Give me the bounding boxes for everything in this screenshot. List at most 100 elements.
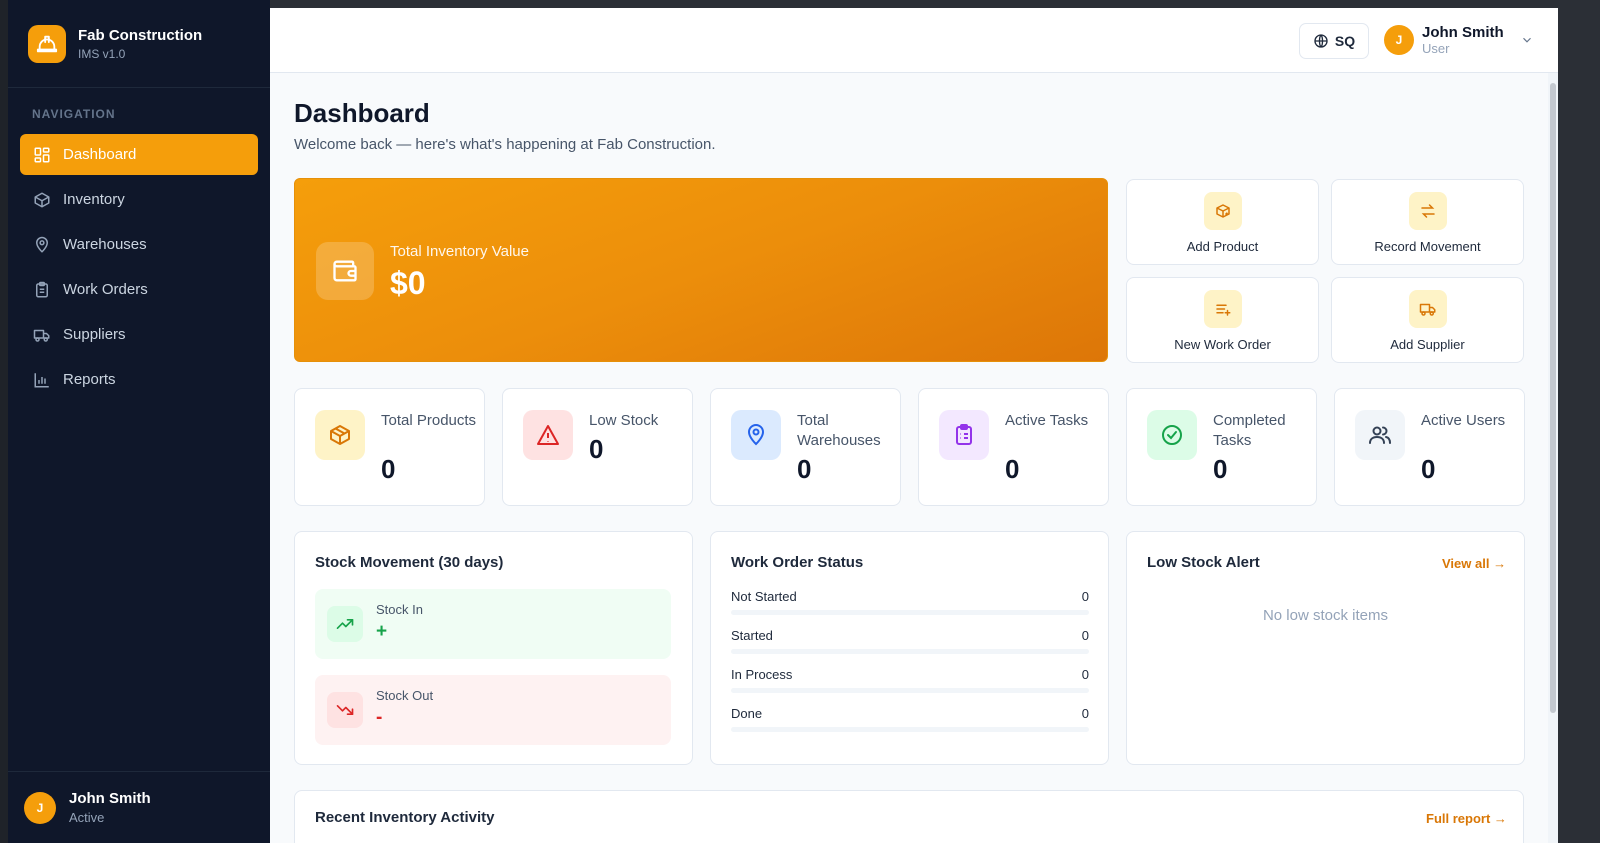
truck-icon bbox=[1408, 290, 1447, 328]
sidebar: Fab Construction IMS v1.0 NAVIGATION Das… bbox=[8, 0, 270, 843]
new-work-order-button[interactable]: New Work Order bbox=[1126, 277, 1319, 363]
page-title: Dashboard bbox=[294, 98, 430, 128]
brand-name: Fab Construction bbox=[78, 26, 203, 44]
stat-value: 0 bbox=[1213, 454, 1228, 484]
sidebar-item-work-orders[interactable]: Work Orders bbox=[20, 269, 258, 310]
status-count: 0 bbox=[1081, 589, 1089, 604]
user-menu[interactable]: J John Smith User bbox=[1384, 24, 1534, 56]
panel-title: Low Stock Alert bbox=[1147, 554, 1260, 571]
truck-icon bbox=[33, 326, 51, 344]
bar-chart-icon bbox=[33, 371, 51, 389]
status-progress-bar bbox=[731, 727, 1089, 732]
status-row-started: Started 0 bbox=[731, 628, 1089, 654]
quick-action-label: Record Movement bbox=[1374, 239, 1481, 254]
stat-active-users[interactable]: Active Users 0 bbox=[1334, 388, 1525, 506]
sidebar-item-dashboard[interactable]: Dashboard bbox=[20, 134, 258, 175]
empty-state-text: No low stock items bbox=[1262, 607, 1389, 624]
low-stock-alert-panel: Low Stock Alert View all → No low stock … bbox=[1126, 531, 1525, 765]
sidebar-item-reports[interactable]: Reports bbox=[20, 359, 258, 400]
status-label: Done bbox=[731, 706, 763, 721]
sidebar-item-label: Warehouses bbox=[63, 236, 147, 253]
avatar: J bbox=[24, 791, 56, 824]
topbar: SQ J John Smith User bbox=[270, 8, 1558, 73]
sidebar-user-name: John Smith bbox=[69, 790, 151, 807]
full-report-link[interactable]: Full report → bbox=[1426, 811, 1507, 826]
stat-label: Active Users bbox=[1421, 412, 1506, 429]
sidebar-item-label: Suppliers bbox=[63, 326, 126, 343]
add-product-button[interactable]: Add Product bbox=[1126, 179, 1319, 265]
language-code: SQ bbox=[1334, 33, 1356, 49]
status-label: In Process bbox=[731, 667, 793, 682]
stat-total-products[interactable]: Total Products 0 bbox=[294, 388, 485, 506]
warning-icon bbox=[523, 410, 573, 460]
sidebar-item-label: Dashboard bbox=[63, 146, 137, 163]
page-subtitle: Welcome back — here's what's happening a… bbox=[294, 136, 716, 153]
arrows-exchange-icon bbox=[1408, 192, 1447, 230]
status-progress-bar bbox=[731, 610, 1089, 615]
status-progress-bar bbox=[731, 688, 1089, 693]
check-circle-icon bbox=[1147, 410, 1197, 460]
stock-out-label: Stock Out bbox=[376, 688, 434, 703]
record-movement-button[interactable]: Record Movement bbox=[1331, 179, 1524, 265]
brand[interactable]: Fab Construction IMS v1.0 bbox=[8, 0, 270, 88]
trending-down-icon bbox=[327, 692, 363, 728]
hard-hat-icon bbox=[28, 24, 66, 63]
stock-in-label: Stock In bbox=[376, 602, 423, 617]
sidebar-item-suppliers[interactable]: Suppliers bbox=[20, 314, 258, 355]
stat-value: 0 bbox=[1421, 454, 1436, 484]
sidebar-item-warehouses[interactable]: Warehouses bbox=[20, 224, 258, 265]
avatar: J bbox=[1384, 25, 1414, 55]
panel-title: Work Order Status bbox=[731, 554, 864, 571]
sidebar-user[interactable]: J John Smith Active bbox=[8, 771, 270, 843]
quick-action-label: Add Product bbox=[1186, 239, 1259, 254]
box-icon bbox=[315, 410, 365, 460]
sidebar-item-label: Work Orders bbox=[63, 281, 148, 298]
quick-action-label: Add Supplier bbox=[1390, 337, 1465, 352]
add-supplier-button[interactable]: Add Supplier bbox=[1331, 277, 1524, 363]
status-count: 0 bbox=[1081, 628, 1089, 643]
stat-value: 0 bbox=[381, 454, 396, 484]
stat-total-warehouses[interactable]: Total Warehouses 0 bbox=[710, 388, 901, 506]
stock-in-value: + bbox=[376, 621, 388, 642]
status-label: Started bbox=[731, 628, 773, 643]
inventory-value-card: Total Inventory Value $0 bbox=[294, 178, 1108, 362]
view-all-link[interactable]: View all → bbox=[1442, 556, 1506, 571]
recent-activity-panel: Recent Inventory Activity Full report → bbox=[294, 790, 1524, 843]
clipboard-list-icon bbox=[939, 410, 989, 460]
stock-in-card: Stock In + bbox=[315, 589, 671, 659]
users-icon bbox=[1355, 410, 1405, 460]
status-row-not-started: Not Started 0 bbox=[731, 589, 1089, 615]
stat-active-tasks[interactable]: Active Tasks 0 bbox=[918, 388, 1109, 506]
list-plus-icon bbox=[1203, 290, 1242, 328]
map-pin-icon bbox=[731, 410, 781, 460]
nav-heading: NAVIGATION bbox=[32, 107, 116, 121]
sidebar-nav: Dashboard Inventory Warehouses Work Orde… bbox=[8, 134, 270, 400]
panel-title: Stock Movement (30 days) bbox=[315, 554, 504, 571]
status-row-done: Done 0 bbox=[731, 706, 1089, 732]
stat-label: Completed Tasks bbox=[1213, 412, 1286, 449]
user-name: John Smith bbox=[1422, 24, 1504, 41]
stat-value: 0 bbox=[1005, 454, 1020, 484]
stat-value: 0 bbox=[797, 454, 812, 484]
stock-out-value: - bbox=[376, 707, 383, 728]
stat-completed-tasks[interactable]: Completed Tasks 0 bbox=[1126, 388, 1317, 506]
sidebar-item-label: Inventory bbox=[63, 191, 125, 208]
scrollbar-thumb[interactable] bbox=[1550, 83, 1556, 713]
stat-low-stock[interactable]: Low Stock 0 bbox=[502, 388, 693, 506]
panel-title: Recent Inventory Activity bbox=[315, 809, 495, 826]
stock-out-card: Stock Out - bbox=[315, 675, 671, 745]
status-progress-bar bbox=[731, 649, 1089, 654]
stat-label: Low Stock bbox=[589, 412, 659, 429]
quick-action-label: New Work Order bbox=[1174, 337, 1271, 352]
language-switcher[interactable]: SQ bbox=[1299, 23, 1369, 59]
stat-label: Total Warehouses bbox=[797, 412, 881, 449]
sidebar-item-inventory[interactable]: Inventory bbox=[20, 179, 258, 220]
grid-icon bbox=[33, 146, 51, 164]
globe-icon bbox=[1314, 34, 1328, 48]
brand-version: IMS v1.0 bbox=[78, 46, 126, 61]
status-count: 0 bbox=[1081, 706, 1089, 721]
stock-movement-panel: Stock Movement (30 days) Stock In + Stoc… bbox=[294, 531, 693, 765]
inventory-value-label: Total Inventory Value bbox=[390, 243, 529, 260]
stat-label: Active Tasks bbox=[1005, 412, 1089, 429]
inventory-value: $0 bbox=[390, 265, 426, 301]
